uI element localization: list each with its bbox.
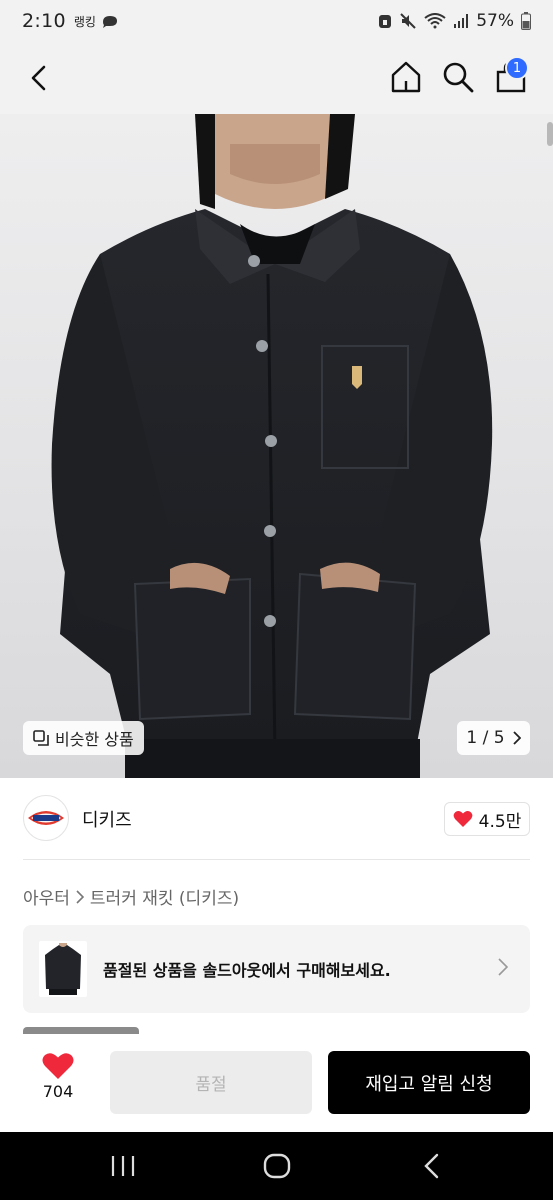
chevron-right-icon [498, 958, 508, 976]
chat-bubble-icon [102, 16, 117, 28]
home-icon[interactable] [389, 60, 423, 94]
soldout-button[interactable]: 품절 [110, 1051, 312, 1114]
page-indicator-text: 1 / 5 [466, 728, 505, 748]
search-icon[interactable] [441, 60, 475, 94]
brand-like-count: 4.5만 [478, 811, 522, 832]
breadcrumb: 아우터 트러커 재킷 (디키즈) [23, 884, 239, 909]
soldout-banner[interactable]: 품절된 상품을 솔드아웃에서 구매해보세요. [23, 925, 530, 1013]
back-nav-icon[interactable] [420, 1152, 444, 1180]
brand-name[interactable]: 디키즈 [82, 806, 132, 832]
wishlist-count: 704 [42, 1082, 74, 1101]
status-app-label: 랭킹 [73, 14, 96, 29]
back-arrow-icon[interactable] [24, 62, 56, 94]
soldout-banner-text: 품절된 상품을 솔드아웃에서 구매해보세요. [103, 961, 391, 980]
breadcrumb-category[interactable]: 아우터 [23, 884, 70, 909]
dickies-logo-icon [28, 811, 64, 825]
wifi-icon [424, 13, 446, 29]
image-page-indicator[interactable]: 1 / 5 [457, 721, 530, 755]
similar-items-button[interactable]: 비슷한 상품 [23, 721, 144, 755]
banner-product-thumbnail [39, 941, 87, 997]
home-nav-icon[interactable] [262, 1152, 292, 1180]
heart-icon [42, 1053, 74, 1079]
jacket-photo [51, 114, 493, 778]
app-header [0, 42, 553, 114]
heart-icon [453, 811, 473, 827]
mute-icon [400, 13, 416, 29]
bottom-action-bar: 704 품절 재입고 알림 신청 [0, 1034, 553, 1132]
status-bar: 2:10 랭킹 57% [0, 0, 553, 42]
status-indicators: 57% [378, 11, 531, 31]
battery-level: 57% [476, 11, 514, 31]
similar-items-icon [33, 730, 49, 746]
brand-row: 디키즈 4.5만 [0, 778, 553, 860]
breadcrumb-product[interactable]: 트러커 재킷 (디키즈) [90, 884, 239, 909]
lock-icon [379, 15, 392, 28]
wishlist-button[interactable]: 704 [30, 1052, 86, 1114]
product-image[interactable] [0, 114, 553, 778]
brand-like-button[interactable]: 4.5만 [444, 802, 530, 836]
brand-logo[interactable] [23, 795, 69, 841]
chevron-right-icon [512, 731, 521, 745]
restock-alert-button[interactable]: 재입고 알림 신청 [328, 1051, 530, 1114]
jacket-thumbnail-icon [45, 943, 81, 995]
status-time: 2:10 [22, 10, 66, 32]
similar-items-label: 비슷한 상품 [55, 730, 134, 749]
recent-apps-icon[interactable] [110, 1154, 136, 1178]
system-navigation-bar [0, 1132, 553, 1200]
page-scrollbar[interactable] [547, 122, 553, 146]
cart-count-badge: 1 [505, 56, 529, 80]
chevron-right-icon [76, 889, 84, 904]
divider [23, 859, 530, 860]
signal-icon [454, 14, 469, 28]
battery-icon [521, 12, 531, 30]
